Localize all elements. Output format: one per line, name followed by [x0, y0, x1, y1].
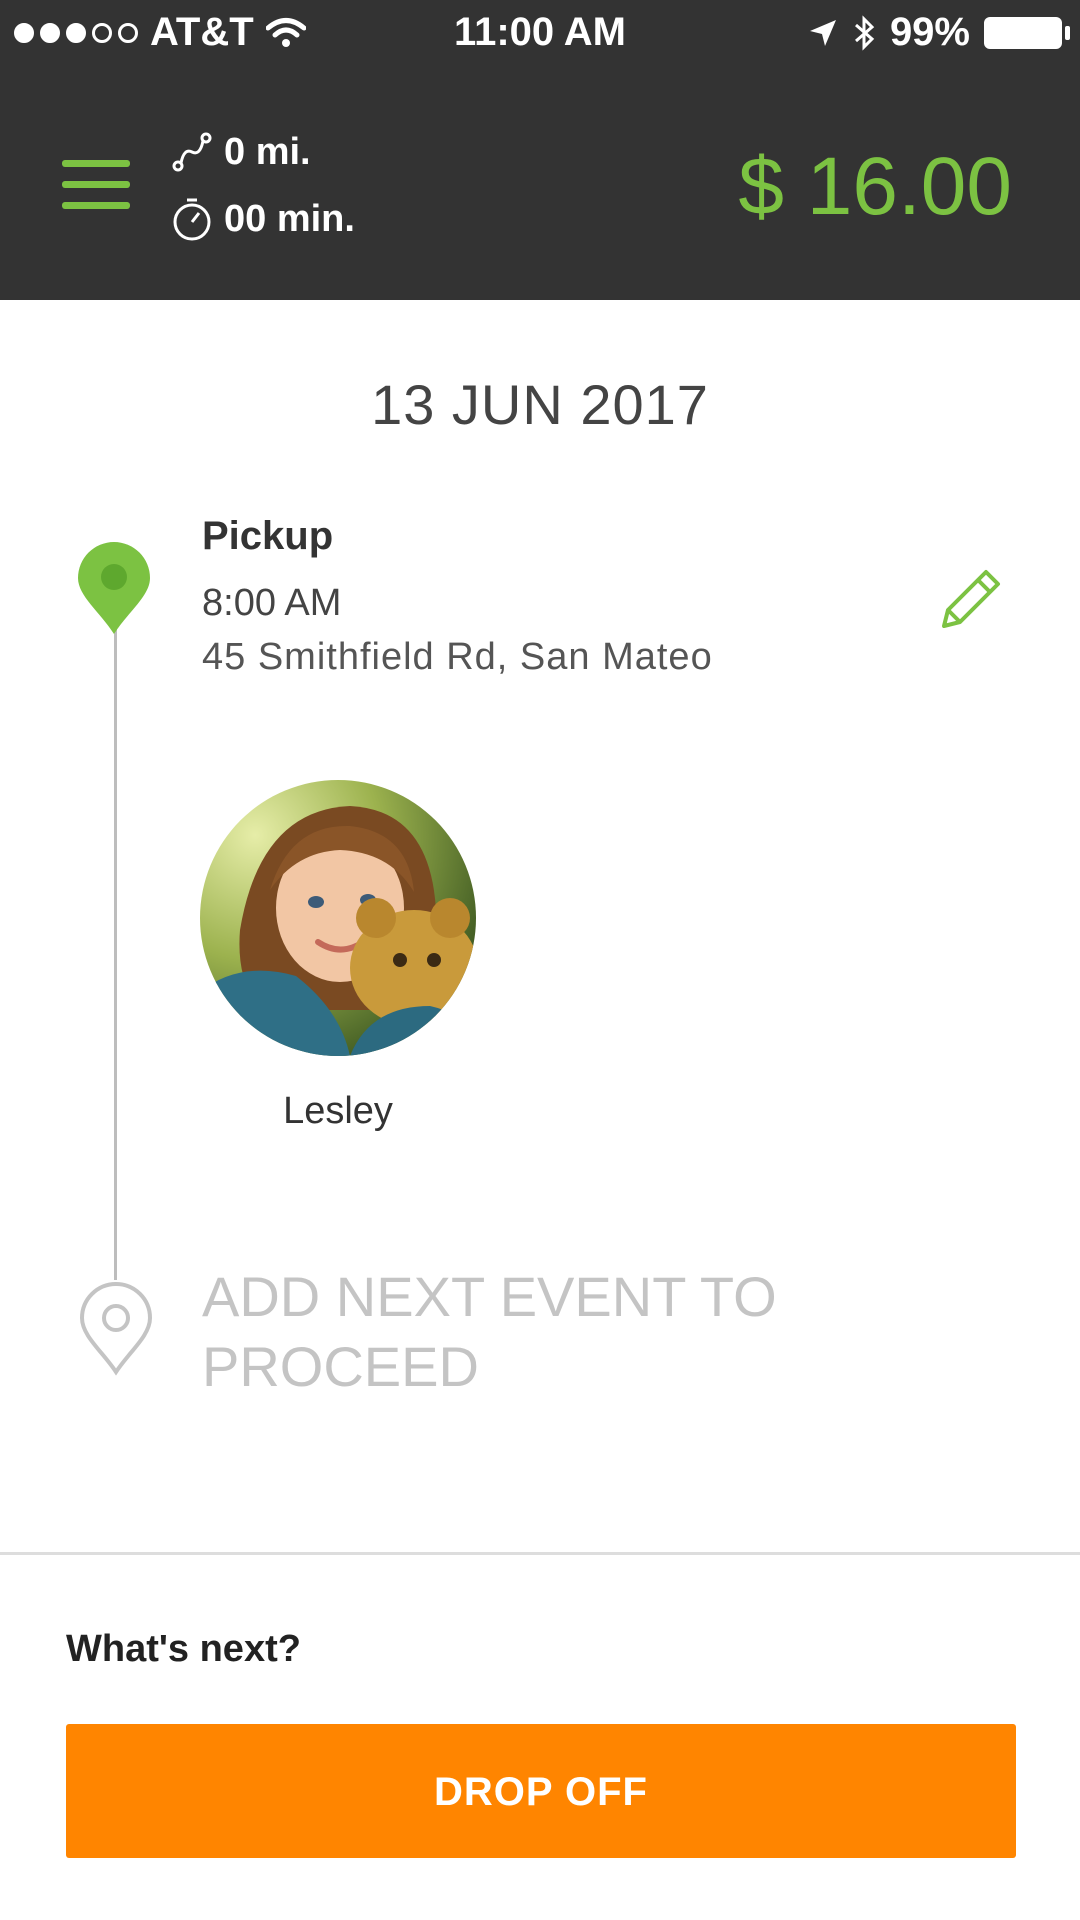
status-bar: AT&T 11:00 AM 99%: [0, 0, 1080, 64]
distance-value: 0 mi.: [224, 130, 311, 173]
stopwatch-icon: [173, 198, 211, 241]
drop-off-button[interactable]: DROP OFF: [66, 1724, 1016, 1858]
map-pin-green-icon: [78, 542, 150, 634]
pencil-icon[interactable]: [930, 560, 1010, 640]
price-total: $ 16.00: [738, 141, 1012, 232]
add-next-line2: PROCEED: [202, 1335, 479, 1398]
bluetooth-icon: [854, 14, 875, 51]
duration-metric: 00 min.: [170, 196, 355, 242]
passenger-photo: [200, 780, 476, 1056]
passenger-avatar[interactable]: [200, 780, 476, 1056]
distance-metric: 0 mi.: [170, 130, 311, 174]
pickup-time: 8:00 AM: [202, 582, 342, 624]
duration-value: 00 min.: [224, 197, 355, 240]
app-header: AT&T 11:00 AM 99% 0 mi. 00 min. $ 16.00: [0, 0, 1080, 300]
battery-icon: [984, 16, 1070, 49]
whats-next-label: What's next?: [66, 1628, 301, 1670]
status-right: 99%: [808, 10, 1070, 55]
trip-date: 13 JUN 2017: [371, 373, 709, 436]
passenger-name: Lesley: [283, 1090, 393, 1132]
route-icon: [172, 132, 212, 172]
timeline-line: [114, 625, 117, 1280]
hamburger-menu-icon[interactable]: [62, 160, 132, 210]
add-next-event-hint: ADD NEXT EVENT TO PROCEED: [202, 1262, 777, 1402]
map-pin-outline-icon: [79, 1282, 153, 1376]
pickup-title: Pickup: [202, 514, 334, 558]
location-arrow-icon: [809, 19, 836, 46]
pickup-address: 45 Smithfield Rd, San Mateo: [202, 636, 713, 678]
battery-percent: 99%: [889, 10, 970, 54]
section-divider: [0, 1552, 1080, 1555]
add-next-line1: ADD NEXT EVENT TO: [202, 1265, 777, 1328]
